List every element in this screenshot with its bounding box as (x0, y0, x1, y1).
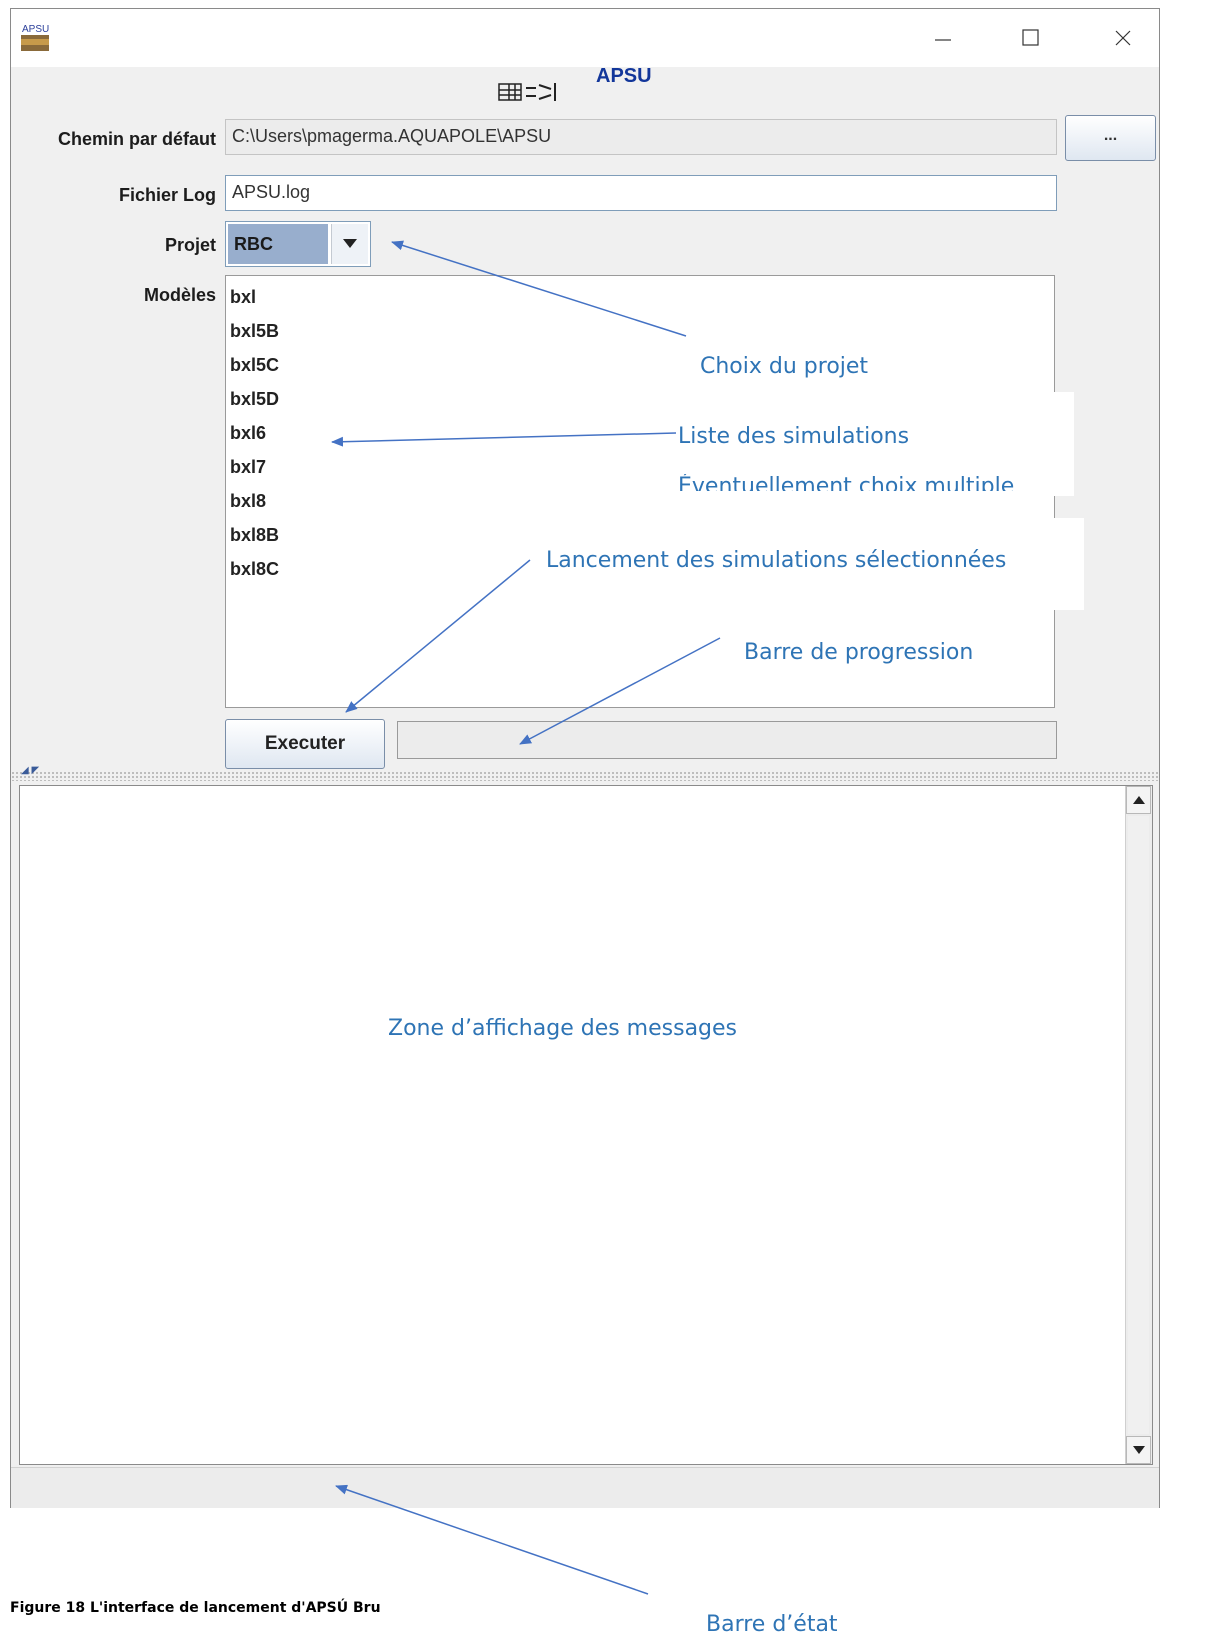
project-label: Projet (164, 235, 216, 255)
app-window: APSU APSU Chemin par défaut C:\Users\pma… (10, 8, 1160, 1508)
maximize-button[interactable] (995, 9, 1067, 67)
arrow-down-icon (1132, 1446, 1145, 1454)
annotation-simulation-list: Liste des simulations (678, 424, 910, 449)
log-file-label: Fichier Log (118, 185, 216, 205)
log-file-field[interactable]: APSU.log (225, 175, 1057, 211)
scroll-down-button[interactable] (1126, 1436, 1151, 1464)
title-bar: APSU (11, 9, 1159, 67)
annotation-clip: Éventuellement choix multiple (678, 474, 1068, 491)
model-list-item[interactable]: bxl5C (230, 348, 1054, 382)
execute-button[interactable]: Executer (225, 719, 385, 769)
annotation-box-launch: Lancement des simulations sélectionnées (540, 518, 1084, 610)
scroll-thumb[interactable] (1128, 816, 1149, 1434)
close-button[interactable] (1087, 9, 1159, 67)
splitter-arrows-icon[interactable]: ◢ ◤ (21, 765, 39, 776)
minimize-icon (935, 39, 951, 41)
vertical-scrollbar[interactable] (1125, 786, 1152, 1464)
scroll-up-button[interactable] (1126, 786, 1151, 814)
annotation-progress-bar: Barre de progression (744, 640, 974, 665)
arrow-up-icon (1132, 796, 1145, 804)
minimize-button[interactable] (907, 9, 979, 67)
progress-bar (397, 721, 1057, 759)
default-path-label: Chemin par défaut (57, 129, 216, 149)
split-pane-divider[interactable] (11, 771, 1159, 781)
annotation-messages-zone: Zone d’affichage des messages (388, 1016, 738, 1041)
apsu-logo-icon (479, 79, 589, 105)
maximize-icon (1022, 29, 1039, 46)
default-path-field[interactable]: C:\Users\pmagerma.AQUAPOLE\APSU (225, 119, 1057, 155)
annotation-box-simulations: Liste des simulations Éventuellement cho… (670, 392, 1074, 496)
model-list-item[interactable]: bxl (230, 280, 1054, 314)
close-icon (1115, 30, 1131, 46)
models-label: Modèles (143, 285, 216, 305)
annotation-simulation-list-sub: Éventuellement choix multiple (678, 474, 1015, 491)
dropdown-button[interactable] (331, 224, 368, 264)
app-icon: APSU (21, 21, 49, 51)
figure-caption: Figure 18 L'interface de lancement d'APS… (10, 1600, 381, 1616)
model-list-item[interactable]: bxl5B (230, 314, 1054, 348)
annotation-project-choice: Choix du projet (700, 354, 869, 379)
project-select[interactable]: RBC (225, 221, 371, 267)
chevron-down-icon (343, 239, 357, 248)
annotation-launch: Lancement des simulations sélectionnées (546, 548, 1007, 573)
browse-button[interactable]: ... (1065, 115, 1156, 161)
app-icon-text: APSU (22, 24, 49, 35)
status-bar (11, 1467, 1159, 1508)
app-header-title: APSU (596, 65, 652, 87)
project-selected-value: RBC (228, 224, 328, 264)
annotation-status-bar: Barre d’état (706, 1612, 838, 1637)
messages-area[interactable] (19, 785, 1153, 1465)
